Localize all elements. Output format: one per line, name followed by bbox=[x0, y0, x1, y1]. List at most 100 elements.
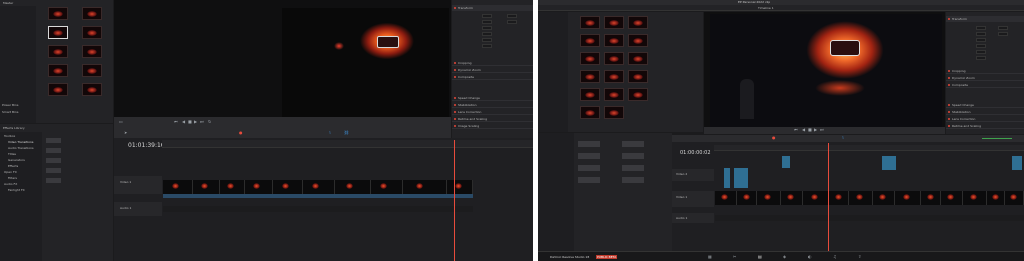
enable-dot[interactable] bbox=[454, 7, 456, 9]
enable-dot[interactable] bbox=[454, 97, 456, 99]
yaw-field[interactable] bbox=[482, 44, 492, 48]
inspector-cropping[interactable]: Cropping bbox=[452, 60, 533, 66]
clip-thumbnail[interactable] bbox=[580, 34, 600, 47]
skip-forward-icon[interactable]: ⏭ bbox=[200, 120, 204, 124]
clip-thumbnail[interactable] bbox=[604, 70, 624, 83]
zoom-y-field[interactable] bbox=[998, 26, 1008, 30]
crop-icon[interactable]: ▭ bbox=[119, 120, 123, 124]
zoom-x-field[interactable] bbox=[482, 14, 492, 18]
effect-swatch[interactable] bbox=[578, 153, 600, 159]
pitch-field[interactable] bbox=[976, 50, 986, 54]
video-clip[interactable] bbox=[829, 191, 849, 205]
effects-library-tab[interactable]: Effects Library bbox=[3, 126, 25, 130]
inspector-composite[interactable]: Composite bbox=[452, 74, 533, 80]
pointer-icon[interactable]: ➤ bbox=[124, 131, 127, 135]
audio-transitions-item[interactable]: Audio Transitions bbox=[8, 146, 34, 150]
effect-swatch[interactable] bbox=[622, 153, 644, 159]
smart-bins-label[interactable]: Smart Bins bbox=[2, 110, 18, 114]
video-clip[interactable] bbox=[303, 180, 335, 194]
video-clip[interactable] bbox=[781, 191, 803, 205]
open-fx-item[interactable]: Open FX bbox=[4, 170, 17, 174]
clip-thumbnail[interactable] bbox=[604, 106, 624, 119]
deliver-page-icon[interactable]: ⇪ bbox=[858, 255, 861, 259]
clip-thumbnail[interactable] bbox=[48, 83, 68, 96]
enable-dot[interactable] bbox=[454, 69, 456, 71]
video-clip[interactable] bbox=[245, 180, 273, 194]
transition-swatch[interactable] bbox=[46, 148, 61, 153]
clip-thumbnail[interactable] bbox=[628, 34, 648, 47]
playhead[interactable] bbox=[828, 143, 829, 251]
play-reverse-icon[interactable]: ◀ bbox=[802, 128, 805, 132]
enable-dot[interactable] bbox=[948, 104, 950, 106]
clip-thumbnail[interactable] bbox=[48, 26, 68, 39]
inspector-lens-correction[interactable]: Lens Correction bbox=[452, 109, 533, 115]
video-clip[interactable] bbox=[987, 191, 1005, 205]
cut-page-icon[interactable]: ✂ bbox=[733, 255, 736, 259]
enable-dot[interactable] bbox=[948, 118, 950, 120]
toolbox-item[interactable]: Toolbox bbox=[4, 134, 15, 138]
clip-thumbnail[interactable] bbox=[580, 52, 600, 65]
anchor-field[interactable] bbox=[976, 44, 986, 48]
zoom-y-field[interactable] bbox=[507, 14, 517, 18]
inspector-speed-change[interactable]: Speed Change bbox=[946, 102, 1024, 108]
rotation-field[interactable] bbox=[976, 38, 986, 42]
clip-thumbnail[interactable] bbox=[82, 64, 102, 77]
marker-icon[interactable]: ● bbox=[239, 131, 243, 135]
timeline[interactable]: ● ⌇ 01:00:00:02 Video 2 Video 1 Audio 1 bbox=[672, 135, 1024, 251]
clip-thumbnail[interactable] bbox=[48, 64, 68, 77]
clip-thumbnail[interactable] bbox=[48, 45, 68, 58]
effect-swatch[interactable] bbox=[578, 177, 600, 183]
effect-swatch[interactable] bbox=[578, 165, 600, 171]
position-y-field[interactable] bbox=[507, 20, 517, 24]
clip-thumbnail[interactable] bbox=[628, 16, 648, 29]
video-clip[interactable] bbox=[403, 180, 447, 194]
title-clip[interactable] bbox=[734, 168, 748, 188]
clip-thumbnail[interactable] bbox=[82, 26, 102, 39]
title-clip[interactable] bbox=[724, 168, 730, 188]
snap-icon[interactable]: ⌇ bbox=[329, 131, 331, 135]
video-clip[interactable] bbox=[335, 180, 371, 194]
video-clip[interactable] bbox=[371, 180, 403, 194]
yaw-field[interactable] bbox=[976, 56, 986, 60]
video-clip[interactable] bbox=[273, 180, 303, 194]
enable-dot[interactable] bbox=[454, 118, 456, 120]
inspector-transform[interactable]: Transform bbox=[452, 5, 533, 11]
enable-dot[interactable] bbox=[454, 76, 456, 78]
video-clip[interactable] bbox=[803, 191, 829, 205]
title-clip[interactable] bbox=[782, 156, 790, 168]
inspector-dynamic-zoom[interactable]: Dynamic Zoom bbox=[946, 75, 1024, 81]
media-pool-tab-master[interactable]: Master bbox=[3, 1, 13, 5]
play-reverse-icon[interactable]: ◀ bbox=[182, 120, 185, 124]
color-page-icon[interactable]: ◐ bbox=[808, 255, 812, 259]
video-clip[interactable] bbox=[873, 191, 895, 205]
clip-thumbnail[interactable] bbox=[580, 16, 600, 29]
play-icon[interactable]: ▶ bbox=[814, 128, 817, 132]
transition-swatch[interactable] bbox=[46, 168, 61, 173]
clip-thumbnail[interactable] bbox=[604, 34, 624, 47]
viewer[interactable] bbox=[704, 12, 945, 127]
position-y-field[interactable] bbox=[998, 32, 1008, 36]
clip-thumbnail[interactable] bbox=[580, 70, 600, 83]
enable-dot[interactable] bbox=[948, 77, 950, 79]
clip-thumbnail[interactable] bbox=[82, 83, 102, 96]
marker-icon[interactable]: ● bbox=[772, 136, 776, 140]
timeline-name[interactable]: Timeline 1 bbox=[758, 6, 774, 10]
clip-thumbnail[interactable] bbox=[580, 106, 600, 119]
timeline[interactable]: 01:01:39:16 Video 1 Audio 1 bbox=[114, 138, 533, 261]
video-clip[interactable] bbox=[737, 191, 757, 205]
video-clip[interactable] bbox=[447, 180, 473, 194]
enable-dot[interactable] bbox=[454, 125, 456, 127]
video-transitions-item[interactable]: Video Transitions bbox=[8, 140, 33, 144]
video-clip[interactable] bbox=[1005, 191, 1024, 205]
generators-item[interactable]: Generators bbox=[8, 158, 25, 162]
fusion-page-icon[interactable]: ◈ bbox=[783, 255, 786, 259]
inspector-lens-correction[interactable]: Lens Correction bbox=[946, 116, 1024, 122]
title-clip[interactable] bbox=[882, 156, 896, 170]
clip-thumbnail[interactable] bbox=[82, 7, 102, 20]
video-clip[interactable] bbox=[941, 191, 963, 205]
enable-dot[interactable] bbox=[948, 70, 950, 72]
video-clip[interactable] bbox=[921, 191, 941, 205]
enable-dot[interactable] bbox=[948, 125, 950, 127]
fairlight-fx-item[interactable]: Fairlight FX bbox=[8, 188, 25, 192]
viewer[interactable] bbox=[114, 0, 451, 117]
